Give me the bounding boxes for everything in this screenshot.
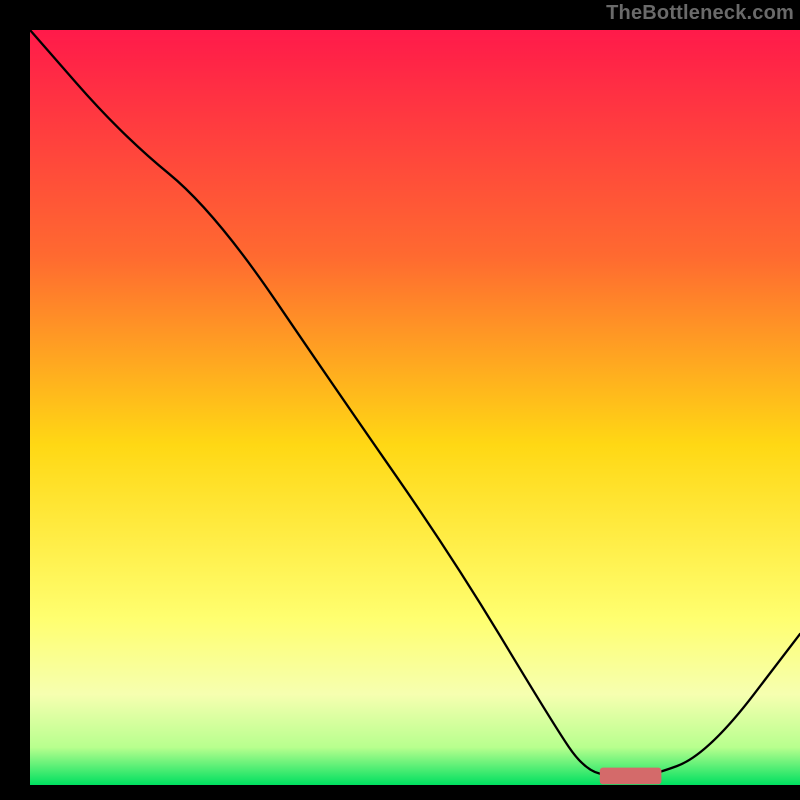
chart-svg <box>30 30 800 785</box>
watermark-text: TheBottleneck.com <box>606 2 794 25</box>
optimal-range-marker <box>600 768 662 785</box>
gradient-background <box>30 30 800 785</box>
chart-frame: TheBottleneck.com <box>15 0 800 800</box>
plot-area <box>30 30 800 785</box>
